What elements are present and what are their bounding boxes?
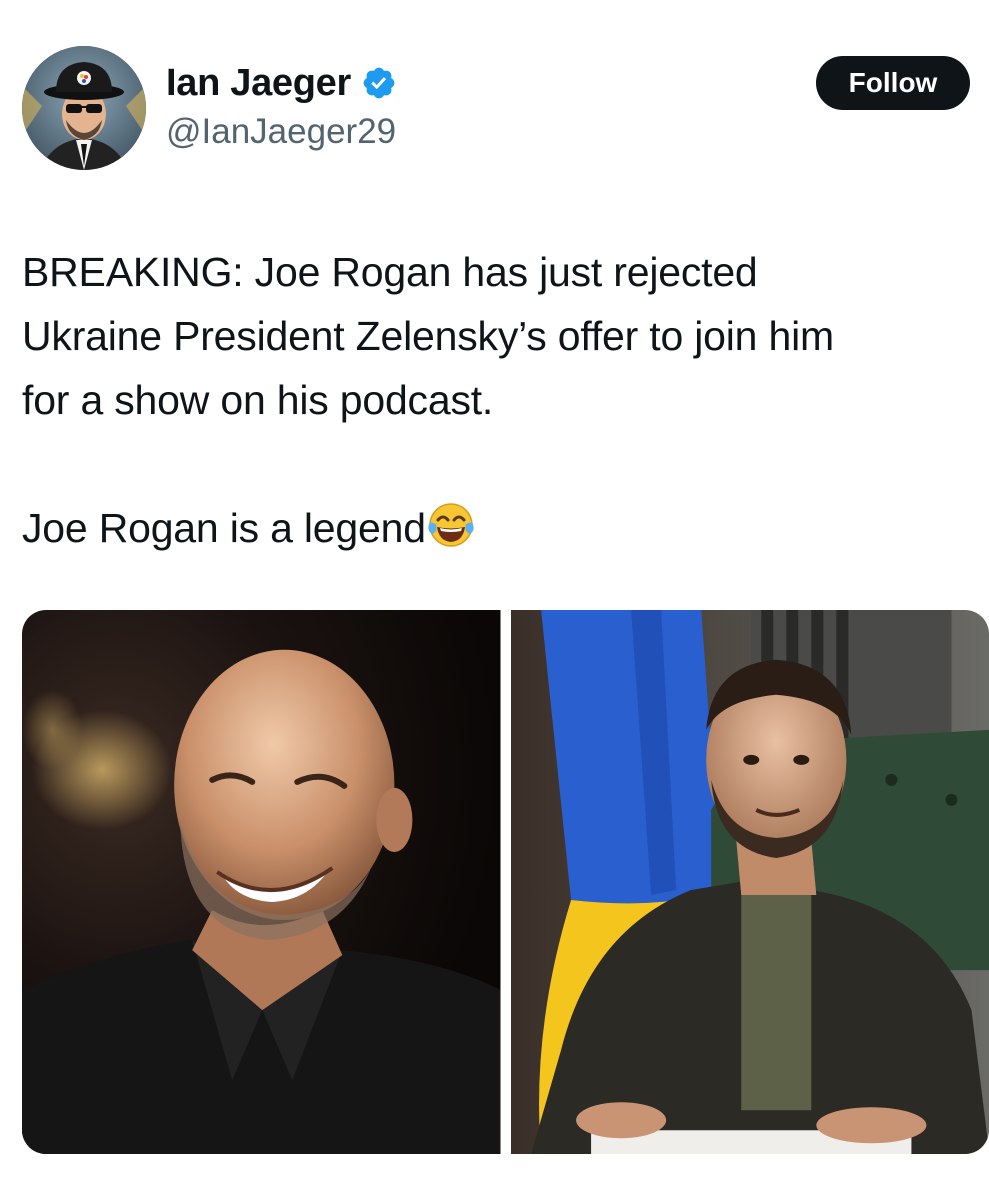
verified-badge-icon	[361, 65, 397, 101]
author-avatar[interactable]	[22, 46, 146, 170]
avatar-image	[22, 46, 146, 170]
follow-button[interactable]: Follow	[816, 56, 970, 110]
photo-joe-rogan-icon	[22, 610, 501, 1154]
tweet-text-line: Ukraine President Zelensky’s offer to jo…	[22, 313, 834, 359]
author-display-name[interactable]: Ian Jaeger	[166, 62, 351, 105]
tweet-media-grid[interactable]	[22, 610, 989, 1154]
tweet-text-line: Joe Rogan is a legend	[22, 505, 426, 551]
author-handle[interactable]: @IanJaeger29	[166, 112, 396, 152]
author-name-row[interactable]: Ian Jaeger	[166, 60, 397, 106]
tweet-text-line: for a show on his podcast.	[22, 377, 494, 423]
tweet-body: BREAKING: Joe Rogan has just rejected Uk…	[22, 240, 982, 560]
tweet-text-line: BREAKING: Joe Rogan has just rejected	[22, 249, 758, 295]
tweet-text-line-with-emoji: Joe Rogan is a legend	[22, 496, 982, 560]
media-image-right[interactable]	[510, 610, 989, 1154]
media-image-left[interactable]	[22, 610, 501, 1154]
photo-zelensky-icon	[510, 610, 989, 1154]
face-with-tears-of-joy-icon	[426, 500, 476, 550]
